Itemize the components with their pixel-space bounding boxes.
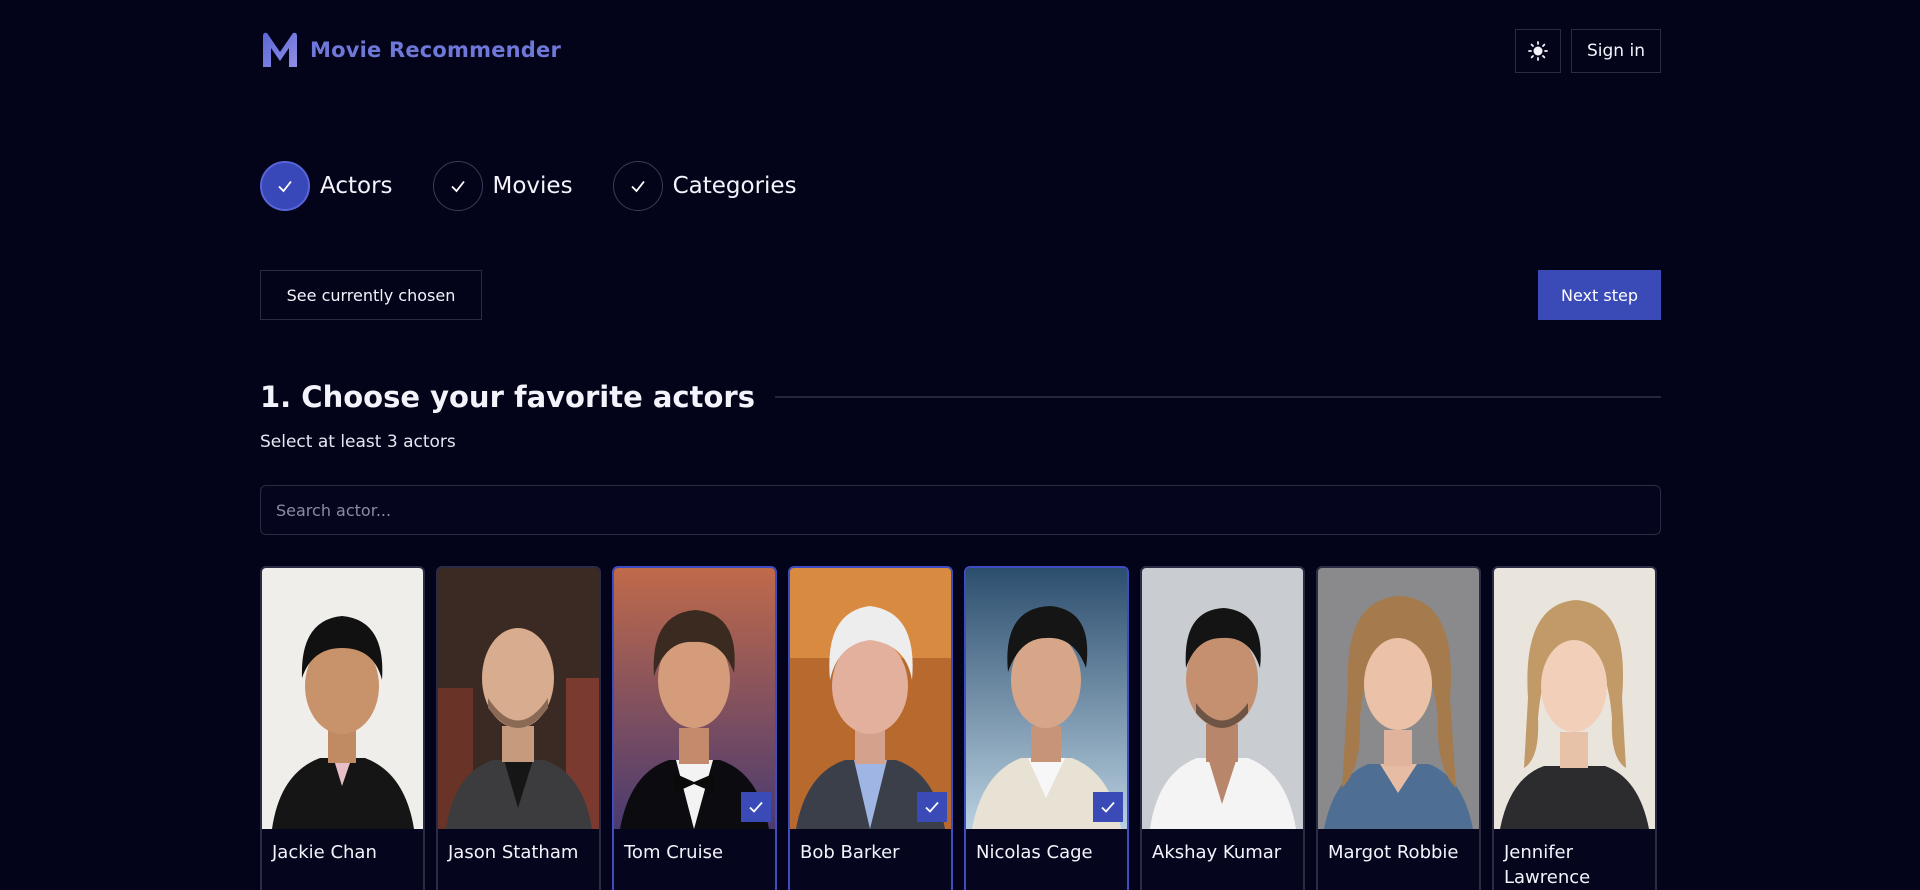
actor-card-jason-statham[interactable]: Jason Statham (436, 566, 601, 890)
step-actors-indicator (260, 161, 310, 211)
logo-icon (263, 32, 297, 67)
app-title: Movie Recommender (310, 38, 562, 62)
actor-name: Tom Cruise (624, 842, 724, 863)
step-label: Actors (320, 173, 393, 199)
check-icon (1101, 801, 1115, 813)
actor-photo (262, 568, 423, 829)
actor-name: Jackie Chan (272, 842, 377, 863)
actor-name: Nicolas Cage (976, 842, 1093, 863)
stepper: Actors Movies Categories (260, 161, 837, 211)
actor-card-jackie-chan[interactable]: Jackie Chan (260, 566, 425, 890)
actor-card-jennifer-lawrence[interactable]: Jennifer Lawrence (1492, 566, 1657, 890)
actor-name: Akshay Kumar (1152, 842, 1282, 863)
step-categories[interactable]: Categories (612, 161, 797, 211)
selected-check-badge (741, 792, 771, 822)
sign-in-button[interactable]: Sign in (1571, 29, 1661, 73)
actor-name: Jason Statham (448, 842, 579, 863)
divider (774, 396, 1661, 398)
actor-photo (1494, 568, 1655, 829)
step-categories-indicator (612, 161, 663, 211)
actor-photo (790, 568, 951, 829)
section-header: 1. Choose your favorite actors (260, 380, 1661, 414)
selected-check-badge (1093, 792, 1123, 822)
check-icon (278, 180, 292, 193)
actor-grid: Jackie Chan Jason Statham Tom Cruise Bob… (260, 566, 1668, 890)
check-icon (925, 801, 939, 813)
check-icon (749, 801, 763, 813)
theme-toggle-button[interactable] (1515, 29, 1561, 73)
sun-icon (1528, 41, 1548, 61)
step-label: Movies (492, 173, 573, 199)
step-actors[interactable]: Actors (260, 161, 393, 211)
section-title: 1. Choose your favorite actors (260, 380, 755, 414)
step-label: Categories (672, 173, 797, 199)
actor-card-tom-cruise[interactable]: Tom Cruise (612, 566, 777, 890)
actor-photo (614, 568, 775, 829)
section-subtitle: Select at least 3 actors (260, 432, 456, 452)
see-chosen-button[interactable]: See currently chosen (260, 270, 482, 320)
actor-card-nicolas-cage[interactable]: Nicolas Cage (964, 566, 1129, 890)
actor-name: Bob Barker (800, 842, 900, 863)
logo[interactable]: Movie Recommender (260, 30, 561, 70)
actor-name: Jennifer Lawrence (1504, 842, 1591, 888)
actor-card-akshay-kumar[interactable]: Akshay Kumar (1140, 566, 1305, 890)
actor-card-margot-robbie[interactable]: Margot Robbie (1316, 566, 1481, 890)
selected-check-badge (917, 792, 947, 822)
check-icon (450, 180, 465, 193)
actor-photo (438, 568, 599, 829)
check-icon (630, 180, 645, 193)
actor-photo (1318, 568, 1479, 829)
step-movies-indicator (432, 161, 483, 211)
header: Movie Recommender Sign in (260, 29, 1661, 73)
actor-card-bob-barker[interactable]: Bob Barker (788, 566, 953, 890)
next-step-button[interactable]: Next step (1538, 270, 1661, 320)
step-movies[interactable]: Movies (432, 161, 573, 211)
actor-name: Margot Robbie (1328, 842, 1459, 863)
actor-photo (966, 568, 1127, 829)
actor-photo (1142, 568, 1303, 829)
search-actor-input[interactable] (260, 485, 1661, 535)
